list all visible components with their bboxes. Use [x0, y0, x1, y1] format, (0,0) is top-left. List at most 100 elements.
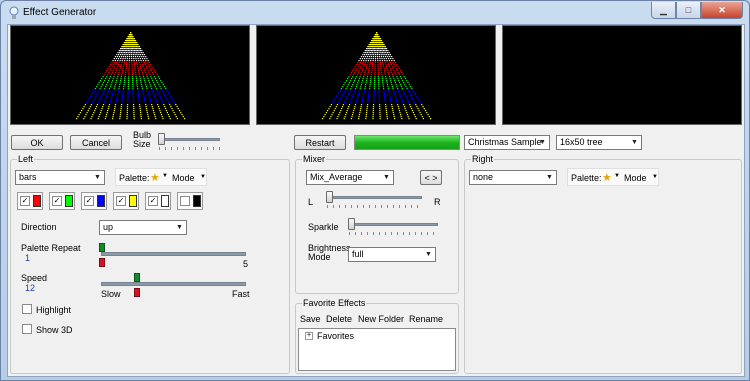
- tree-light: [138, 50, 140, 52]
- tree-light: [140, 116, 142, 118]
- left-mode-label[interactable]: Mode: [172, 173, 195, 183]
- swatch-checkbox[interactable]: [180, 196, 190, 206]
- tree-light: [330, 116, 332, 118]
- favorites-tree-root[interactable]: Favorites: [317, 331, 354, 341]
- tree-light: [118, 58, 120, 60]
- palette-swatch-5[interactable]: ✓: [145, 192, 171, 210]
- mix-thumb[interactable]: [326, 191, 333, 203]
- palette-swatch-6[interactable]: [177, 192, 203, 210]
- tree-light: [361, 102, 363, 104]
- tree-light: [383, 90, 385, 92]
- tree-light: [150, 102, 152, 104]
- tree-light: [93, 100, 95, 102]
- sparkle-thumb[interactable]: [348, 218, 355, 230]
- swatch-color[interactable]: [65, 195, 73, 207]
- tree-light: [362, 54, 364, 56]
- swatch-color[interactable]: [97, 195, 105, 207]
- ok-button[interactable]: OK: [11, 135, 63, 150]
- maximize-button[interactable]: □: [676, 2, 701, 19]
- tree-light: [114, 104, 117, 106]
- tree-light: [154, 96, 156, 98]
- cancel-button[interactable]: Cancel: [70, 135, 122, 150]
- tree-light: [368, 46, 370, 48]
- tree-light: [150, 86, 152, 88]
- tree-light: [373, 96, 375, 98]
- swatch-color[interactable]: [193, 195, 201, 207]
- right-mode-label[interactable]: Mode: [624, 173, 647, 183]
- speed-thumb-red[interactable]: [134, 288, 140, 297]
- tree-light: [369, 62, 371, 64]
- tree-light: [103, 74, 105, 76]
- tree-light: [124, 58, 126, 60]
- palette-star-icon[interactable]: ★: [150, 171, 160, 184]
- tree-light: [92, 114, 94, 116]
- palette-repeat-thumb-green[interactable]: [99, 243, 105, 252]
- tree-light: [160, 98, 162, 100]
- tree-light: [165, 110, 168, 112]
- favorites-delete-button[interactable]: Delete: [326, 314, 352, 324]
- favorites-tree[interactable]: + Favorites: [298, 328, 456, 371]
- palette-star-icon[interactable]: ★: [602, 171, 612, 184]
- palette-swatch-2[interactable]: ✓: [49, 192, 75, 210]
- restart-button[interactable]: Restart: [294, 135, 346, 150]
- tree-light: [403, 82, 405, 84]
- tree-light: [122, 58, 124, 60]
- tree-light: [378, 86, 380, 88]
- chevron-down-icon: ▼: [652, 174, 658, 180]
- direction-select[interactable]: up ▼: [99, 220, 187, 235]
- highlight-checkbox[interactable]: [22, 304, 32, 314]
- brightness-mode-select[interactable]: full ▼: [348, 247, 436, 262]
- swatch-checkbox[interactable]: ✓: [116, 196, 126, 206]
- close-button[interactable]: ✕: [701, 2, 743, 19]
- show3d-checkbox[interactable]: [22, 324, 32, 334]
- tree-light: [98, 82, 100, 84]
- tree-light: [102, 92, 104, 94]
- tree-light: [381, 40, 383, 42]
- swap-button[interactable]: < >: [420, 170, 442, 185]
- model-select[interactable]: 16x50 tree ▼: [556, 135, 642, 150]
- swatch-checkbox[interactable]: ✓: [52, 196, 62, 206]
- swatch-color[interactable]: [161, 195, 169, 207]
- left-effect-select[interactable]: bars ▼: [15, 170, 105, 185]
- favorites-rename-button[interactable]: Rename: [409, 314, 443, 324]
- bulb-size-thumb[interactable]: [158, 133, 165, 145]
- mix-l-label: L: [308, 197, 314, 207]
- mix-track: [326, 196, 422, 199]
- tree-light: [369, 50, 371, 52]
- tree-light: [153, 70, 156, 72]
- tree-light: [363, 90, 366, 92]
- sequence-select[interactable]: Christmas Sample ▼: [464, 135, 550, 150]
- tree-light: [380, 48, 382, 50]
- tree-light: [373, 94, 375, 96]
- palette-swatch-1[interactable]: ✓: [17, 192, 43, 210]
- tree-light: [386, 116, 388, 118]
- palette-swatch-3[interactable]: ✓: [81, 192, 107, 210]
- mix-select[interactable]: Mix_Average ▼: [306, 170, 394, 185]
- tree-light: [113, 90, 115, 92]
- tree-light: [391, 104, 393, 106]
- expand-icon[interactable]: +: [305, 332, 313, 340]
- tree-light: [360, 84, 362, 86]
- tree-light: [353, 82, 355, 84]
- tree-light: [364, 86, 366, 88]
- palette-repeat-thumb-red[interactable]: [99, 258, 105, 267]
- tree-light: [126, 116, 128, 118]
- minimize-button[interactable]: ▁: [651, 2, 676, 19]
- tree-light: [110, 84, 112, 86]
- speed-thumb-green[interactable]: [134, 273, 140, 282]
- tree-light: [152, 74, 155, 76]
- favorites-save-button[interactable]: Save: [300, 314, 321, 324]
- right-effect-select[interactable]: none ▼: [469, 170, 557, 185]
- tree-light: [381, 50, 383, 52]
- favorites-new-folder-button[interactable]: New Folder: [358, 314, 404, 324]
- swatch-checkbox[interactable]: ✓: [84, 196, 94, 206]
- chevron-down-icon: ▼: [94, 174, 101, 181]
- tree-light: [399, 112, 401, 114]
- palette-swatch-4[interactable]: ✓: [113, 192, 139, 210]
- tree-light: [104, 100, 106, 102]
- swatch-checkbox[interactable]: ✓: [148, 196, 158, 206]
- swatch-checkbox[interactable]: ✓: [20, 196, 30, 206]
- swatch-color[interactable]: [33, 195, 41, 207]
- swatch-color[interactable]: [129, 195, 137, 207]
- title-bar[interactable]: Effect Generator ▁ □ ✕: [1, 1, 749, 25]
